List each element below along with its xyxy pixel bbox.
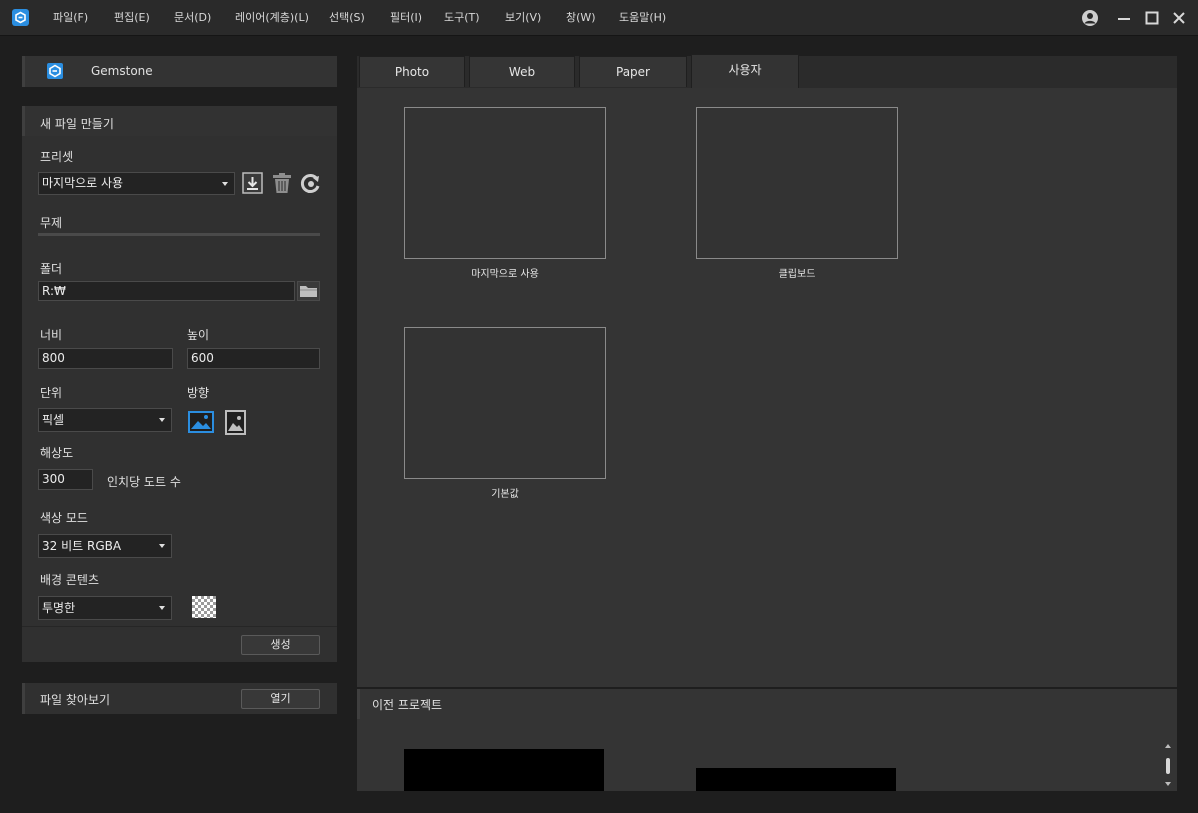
create-button[interactable]: 생성 [241, 635, 320, 655]
preset-label: 마지막으로 사용 [471, 269, 539, 280]
menu-edit[interactable]: 편집(E) [114, 0, 150, 36]
tab-web[interactable]: Web [469, 56, 575, 87]
color-mode-label: 색상 모드 [40, 511, 88, 525]
folder-label: 폴더 [40, 262, 63, 276]
tab-paper[interactable]: Paper [579, 56, 687, 87]
background-value: 투명한 [42, 601, 76, 615]
app-header: Gemstone [22, 56, 337, 87]
recent-projects-header: 이전 프로젝트 [372, 698, 443, 712]
new-file-header: 새 파일 만들기 [40, 117, 114, 131]
color-mode-dropdown[interactable]: 32 비트 RGBA [38, 534, 172, 558]
recent-project-thumbnail[interactable] [404, 749, 604, 791]
new-file-panel: 새 파일 만들기 프리셋 마지막으로 사용 무제 폴더 R:₩ 너비 800 높… [22, 106, 337, 662]
menu-select[interactable]: 선택(S) [329, 0, 365, 36]
chevron-down-icon [159, 544, 165, 548]
portrait-icon[interactable] [225, 410, 246, 435]
browse-panel: 파일 찾아보기 열기 [22, 683, 337, 714]
recent-scrollbar[interactable] [1162, 741, 1174, 791]
preset-label: 클립보드 [778, 269, 816, 280]
preset-thumbnail[interactable] [696, 107, 898, 259]
folder-input[interactable]: R:₩ [38, 281, 295, 301]
browse-label: 파일 찾아보기 [40, 693, 111, 707]
reset-preset-icon[interactable] [300, 173, 322, 195]
preset-thumbnail[interactable] [404, 327, 606, 479]
minimize-icon[interactable] [1115, 9, 1133, 27]
menu-window[interactable]: 창(W) [566, 0, 596, 36]
menu-filter[interactable]: 필터(I) [390, 0, 422, 36]
unit-dropdown[interactable]: 픽셀 [38, 408, 172, 432]
chevron-down-icon [159, 606, 165, 610]
resolution-label: 해상도 [40, 446, 74, 460]
app-logo-icon[interactable] [12, 9, 29, 26]
account-icon[interactable] [1081, 9, 1099, 27]
resolution-unit: 인치당 도트 수 [107, 475, 181, 489]
open-button[interactable]: 열기 [241, 689, 320, 709]
unit-value: 픽셀 [42, 413, 65, 427]
recent-project-thumbnail[interactable] [696, 768, 896, 791]
background-label: 배경 콘텐츠 [40, 573, 100, 587]
chevron-down-icon [159, 418, 165, 422]
transparency-swatch-icon[interactable] [192, 596, 216, 618]
menu-document[interactable]: 문서(D) [174, 0, 211, 36]
unit-label: 단위 [40, 386, 63, 400]
preset-value: 마지막으로 사용 [42, 176, 124, 190]
preset-dropdown[interactable]: 마지막으로 사용 [38, 172, 235, 195]
chevron-down-icon [222, 181, 228, 186]
height-input[interactable]: 600 [187, 348, 320, 369]
folder-browse-icon[interactable] [297, 281, 320, 301]
height-label: 높이 [187, 328, 210, 342]
width-label: 너비 [40, 328, 63, 342]
title-underline [38, 233, 320, 236]
app-name: Gemstone [91, 64, 153, 78]
orientation-label: 방향 [187, 386, 210, 400]
title-value[interactable]: 무제 [40, 214, 62, 231]
menu-help[interactable]: 도움말(H) [619, 0, 666, 36]
menu-layer[interactable]: 레이어(계층)(L) [235, 0, 309, 36]
menu-file[interactable]: 파일(F) [53, 0, 88, 36]
landscape-icon[interactable] [188, 411, 214, 433]
menu-tools[interactable]: 도구(T) [444, 0, 480, 36]
delete-preset-icon[interactable] [271, 172, 293, 195]
preset-thumbnail[interactable] [404, 107, 606, 259]
close-icon[interactable] [1170, 9, 1188, 27]
recent-projects-panel: 이전 프로젝트 [357, 689, 1177, 791]
gemstone-logo-icon [47, 63, 63, 79]
width-input[interactable]: 800 [38, 348, 173, 369]
preset-label: 기본값 [491, 489, 519, 500]
preset-label: 프리셋 [40, 150, 74, 164]
menu-bar: 파일(F) 편집(E) 문서(D) 레이어(계층)(L) 선택(S) 필터(I)… [0, 0, 1198, 36]
resolution-input[interactable]: 300 [38, 469, 93, 490]
maximize-icon[interactable] [1143, 9, 1161, 27]
color-mode-value: 32 비트 RGBA [42, 539, 122, 553]
menu-view[interactable]: 보기(V) [505, 0, 541, 36]
tab-photo[interactable]: Photo [359, 56, 465, 87]
save-preset-icon[interactable] [242, 172, 264, 195]
background-dropdown[interactable]: 투명한 [38, 596, 172, 620]
tab-user[interactable]: 사용자 [691, 54, 799, 88]
